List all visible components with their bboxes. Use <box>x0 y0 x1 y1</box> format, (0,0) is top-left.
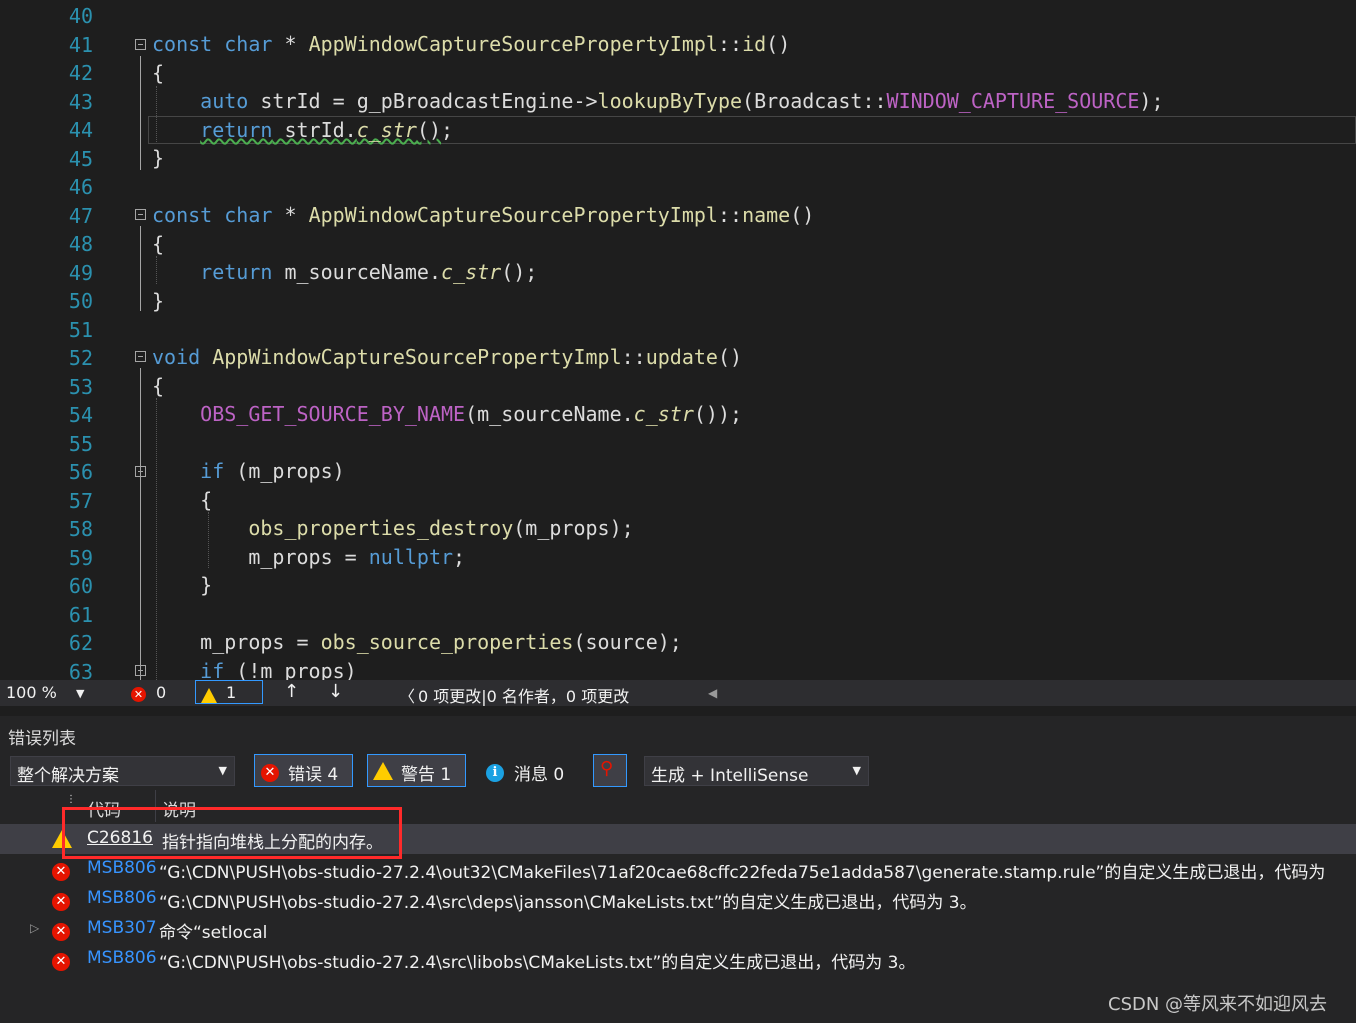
code-line: const char * AppWindowCaptureSourcePrope… <box>152 32 791 56</box>
messages-filter-label: 消息 0 <box>514 765 565 785</box>
errors-filter-button[interactable]: ✕ 错误 4 <box>254 754 353 787</box>
code-line: m_props = obs_source_properties(source); <box>152 630 682 654</box>
code-line: return strId.c_str(); <box>200 118 454 142</box>
code-line: if (m_props) <box>200 459 345 483</box>
line-number: 60 <box>68 574 93 598</box>
expand-row-icon[interactable]: ▷ <box>30 921 39 935</box>
line-number: 57 <box>68 488 93 513</box>
error-description: “G:\CDN\PUSH\obs-studio-27.2.4\out32\CMa… <box>159 863 1326 883</box>
code-line: if (!m_props) <box>200 659 357 680</box>
code-line: m_props = nullptr; <box>152 545 466 569</box>
code-line: { <box>152 61 165 85</box>
error-code[interactable]: MSB806 <box>87 948 157 968</box>
error-icon: ✕ <box>52 950 70 971</box>
highlight-annotation-box <box>62 807 402 859</box>
fold-guide <box>140 56 141 170</box>
code-line: { <box>152 232 165 256</box>
line-number: 56 <box>68 460 93 484</box>
warning-count[interactable]: 1 <box>226 683 236 702</box>
code-line: } <box>152 146 165 170</box>
fold-collapse-icon[interactable] <box>135 351 146 362</box>
code-line: void AppWindowCaptureSourcePropertyImpl:… <box>152 345 743 369</box>
line-number: 46 <box>68 175 93 199</box>
scope-dropdown[interactable]: 整个解决方案 ▼ <box>10 756 235 786</box>
fold-collapse-icon[interactable] <box>135 466 146 477</box>
error-icon: ✕ <box>52 890 70 911</box>
source-value: 生成 + IntelliSense <box>651 766 809 786</box>
code-line: const char * AppWindowCaptureSourcePrope… <box>152 203 815 227</box>
zoom-level[interactable]: 100 % <box>6 683 57 702</box>
line-number: 48 <box>68 232 93 256</box>
line-number: 61 <box>68 602 93 627</box>
warnings-filter-label: 警告 1 <box>401 765 452 785</box>
error-count[interactable]: 0 <box>156 683 166 702</box>
error-icon: ✕ <box>261 761 279 782</box>
line-number: 63 <box>68 659 93 681</box>
code-line: auto strId = g_pBroadcastEngine->lookupB… <box>200 89 1164 113</box>
source-dropdown[interactable]: 生成 + IntelliSense ▼ <box>644 756 869 786</box>
error-code[interactable]: MSB806 <box>87 888 157 908</box>
chevron-down-icon: ▼ <box>218 764 227 777</box>
warning-icon <box>373 762 393 785</box>
line-number: 54 <box>68 403 93 427</box>
line-number: 53 <box>68 374 93 399</box>
error-row[interactable]: ▷ ✕ MSB307 命令“setlocal <box>0 914 1356 944</box>
line-number: 44 <box>68 118 93 142</box>
line-number: 50 <box>68 289 93 313</box>
fold-collapse-icon[interactable] <box>135 665 146 676</box>
line-number: 47 <box>68 203 93 228</box>
zoom-dropdown-icon[interactable]: ▼ <box>76 687 84 700</box>
code-line: } <box>152 289 165 313</box>
fold-collapse-icon[interactable] <box>135 209 146 220</box>
error-description: “G:\CDN\PUSH\obs-studio-27.2.4\src\deps\… <box>159 893 977 913</box>
chevron-left-icon[interactable]: 〈 <box>399 683 415 707</box>
code-editor[interactable]: 40 41 42 43 44 45 46 47 48 49 50 51 52 53 54 55 56 57 58 59… <box>0 0 1356 680</box>
code-line: return m_sourceName.c_str(); <box>200 260 538 284</box>
line-number: 62 <box>68 631 93 655</box>
errors-filter-label: 错误 4 <box>288 765 339 785</box>
column-options-icon[interactable]: ⋮ <box>66 794 76 805</box>
line-number: 40 <box>68 4 93 28</box>
scroll-left-icon[interactable]: ◀ <box>708 686 717 700</box>
error-description: “G:\CDN\PUSH\obs-studio-27.2.4\src\libob… <box>159 953 916 973</box>
line-number: 41 <box>68 32 93 57</box>
fold-guide <box>140 226 141 311</box>
filter-icon: ⚲ <box>600 758 614 779</box>
line-number: 43 <box>68 89 93 114</box>
line-number: 42 <box>68 61 93 85</box>
line-number: 49 <box>68 260 93 285</box>
line-number: 45 <box>68 146 93 171</box>
error-code[interactable]: MSB307 <box>87 918 157 938</box>
chevron-down-icon: ▼ <box>852 764 861 777</box>
fold-guide <box>140 368 141 680</box>
change-summary[interactable]: 0 项更改|0 名作者，0 项更改 <box>418 683 629 707</box>
error-icon: ✕ <box>52 920 70 941</box>
code-line: obs_properties_destroy(m_props); <box>248 516 634 540</box>
line-number: 52 <box>68 346 93 370</box>
watermark: CSDN @等风来不如迎风去 <box>1108 994 1328 1015</box>
error-row[interactable]: ✕ MSB806 “G:\CDN\PUSH\obs-studio-27.2.4\… <box>0 884 1356 914</box>
warnings-filter-button[interactable]: 警告 1 <box>367 754 466 787</box>
error-code[interactable]: MSB806 <box>87 858 157 878</box>
code-line: OBS_GET_SOURCE_BY_NAME(m_sourceName.c_st… <box>200 402 743 426</box>
scope-value: 整个解决方案 <box>17 766 119 786</box>
line-number: 51 <box>68 317 93 342</box>
error-icon: ✕ <box>52 860 70 881</box>
code-line: { <box>152 488 213 512</box>
code-line: { <box>152 374 165 398</box>
error-row[interactable]: ✕ MSB806 “G:\CDN\PUSH\obs-studio-27.2.4\… <box>0 944 1356 974</box>
line-number: 59 <box>68 545 93 570</box>
error-description: 命令“setlocal <box>159 923 268 943</box>
line-number: 58 <box>68 517 93 541</box>
info-icon: i <box>486 761 504 782</box>
code-line: } <box>152 573 213 597</box>
line-number: 55 <box>68 431 93 456</box>
arrow-up-icon[interactable]: ↑ <box>284 681 299 702</box>
arrow-down-icon[interactable]: ↓ <box>328 681 343 702</box>
fold-collapse-icon[interactable] <box>135 39 146 50</box>
panel-title: 错误列表 <box>8 729 76 749</box>
filter-button[interactable]: ⚲ <box>593 754 627 787</box>
editor-status-bar: 100 % ▼ ✕ 0 1 ↑ ↓ 〈 0 项更改|0 名作者，0 项更改 ◀ <box>0 680 1356 706</box>
